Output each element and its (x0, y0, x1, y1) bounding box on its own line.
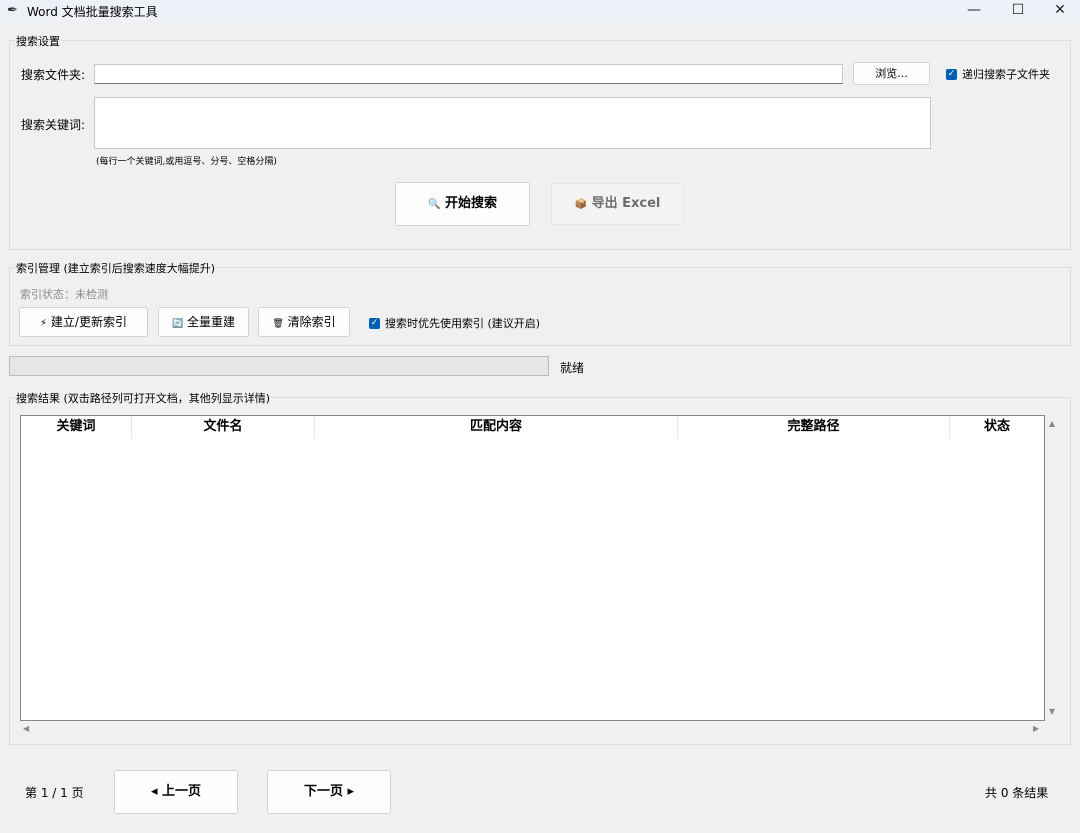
keyword-textarea[interactable] (94, 97, 931, 149)
export-excel-button[interactable]: 📦 导出 Excel (551, 183, 684, 225)
browse-button[interactable]: 浏览... (853, 62, 930, 85)
checkbox-check-icon: ✓ (946, 68, 957, 80)
build-index-button[interactable]: ⚡ 建立/更新索引 (19, 307, 148, 337)
progress-bar (9, 356, 549, 376)
minimize-button[interactable]: — (952, 0, 996, 22)
keyword-hint: (每行一个关键词,或用逗号、分号、空格分隔) (96, 157, 277, 167)
close-button[interactable]: ✕ (1038, 0, 1080, 22)
title-bar: ✒ Word 文档批量搜索工具 — ☐ ✕ (0, 0, 1080, 22)
column-header-keyword[interactable]: 关键词 (21, 416, 132, 438)
column-header-path[interactable]: 完整路径 (678, 416, 950, 438)
results-table-header: 关键词 文件名 匹配内容 完整路径 状态 (21, 416, 1044, 438)
start-search-label: 开始搜索 (444, 196, 497, 211)
rebuild-index-label: 全量重建 (187, 315, 236, 329)
clear-index-label: 清除索引 (287, 315, 336, 329)
lightning-icon: ⚡ (40, 318, 48, 329)
horizontal-scrollbar[interactable]: ◀ ▶ (20, 721, 1045, 737)
scroll-left-icon[interactable]: ◀ (23, 724, 29, 733)
feather-icon: ✒ (7, 3, 18, 18)
scroll-right-icon[interactable]: ▶ (1033, 724, 1039, 733)
checkbox-check-icon: ✓ (369, 317, 380, 329)
package-icon: 📦 (574, 199, 588, 210)
rebuild-icon: 🔄 (171, 319, 184, 329)
magnifier-icon: 🔍 (428, 199, 441, 210)
results-title: 搜索结果 (双击路径列可打开文档，其他列显示详情) (15, 390, 272, 406)
total-results: 共 0 条结果 (985, 786, 1049, 800)
scroll-up-icon[interactable]: ▲ (1049, 419, 1055, 428)
build-index-label: 建立/更新索引 (50, 315, 127, 329)
export-excel-label: 导出 Excel (591, 196, 661, 211)
folder-label: 搜索文件夹: (21, 68, 86, 82)
column-header-filename[interactable]: 文件名 (132, 416, 315, 438)
next-page-button[interactable]: 下一页 ▸ (267, 770, 391, 814)
prefer-index-label: 搜索时优先使用索引 (建议开启) (385, 317, 541, 330)
window-title: Word 文档批量搜索工具 (27, 5, 158, 19)
recursive-label: 递归搜索子文件夹 (962, 68, 1050, 81)
index-status-text: 索引状态：未检测 (20, 288, 108, 301)
column-header-status[interactable]: 状态 (950, 416, 1044, 438)
clear-index-button[interactable]: 🗑 清除索引 (258, 307, 350, 337)
scroll-down-icon[interactable]: ▼ (1049, 707, 1055, 716)
page-info: 第 1 / 1 页 (25, 786, 84, 800)
trash-icon: 🗑 (272, 319, 284, 329)
keyword-label: 搜索关键词: (21, 118, 86, 132)
maximize-button[interactable]: ☐ (996, 0, 1040, 22)
progress-status: 就绪 (560, 361, 585, 375)
index-management-title: 索引管理 (建立索引后搜索速度大幅提升) (15, 260, 217, 276)
recursive-checkbox[interactable]: ✓ 递归搜索子文件夹 (946, 66, 1050, 82)
prefer-index-checkbox[interactable]: ✓ 搜索时优先使用索引 (建议开启) (369, 315, 540, 331)
prev-page-button[interactable]: ◂ 上一页 (114, 770, 238, 814)
folder-input[interactable] (94, 64, 843, 84)
column-header-match[interactable]: 匹配内容 (315, 416, 678, 438)
rebuild-index-button[interactable]: 🔄 全量重建 (158, 307, 249, 337)
start-search-button[interactable]: 🔍 开始搜索 (395, 182, 530, 226)
vertical-scrollbar[interactable]: ▲ ▼ (1045, 415, 1062, 721)
results-table[interactable]: 关键词 文件名 匹配内容 完整路径 状态 (20, 415, 1045, 721)
search-settings-title: 搜索设置 (15, 33, 61, 49)
